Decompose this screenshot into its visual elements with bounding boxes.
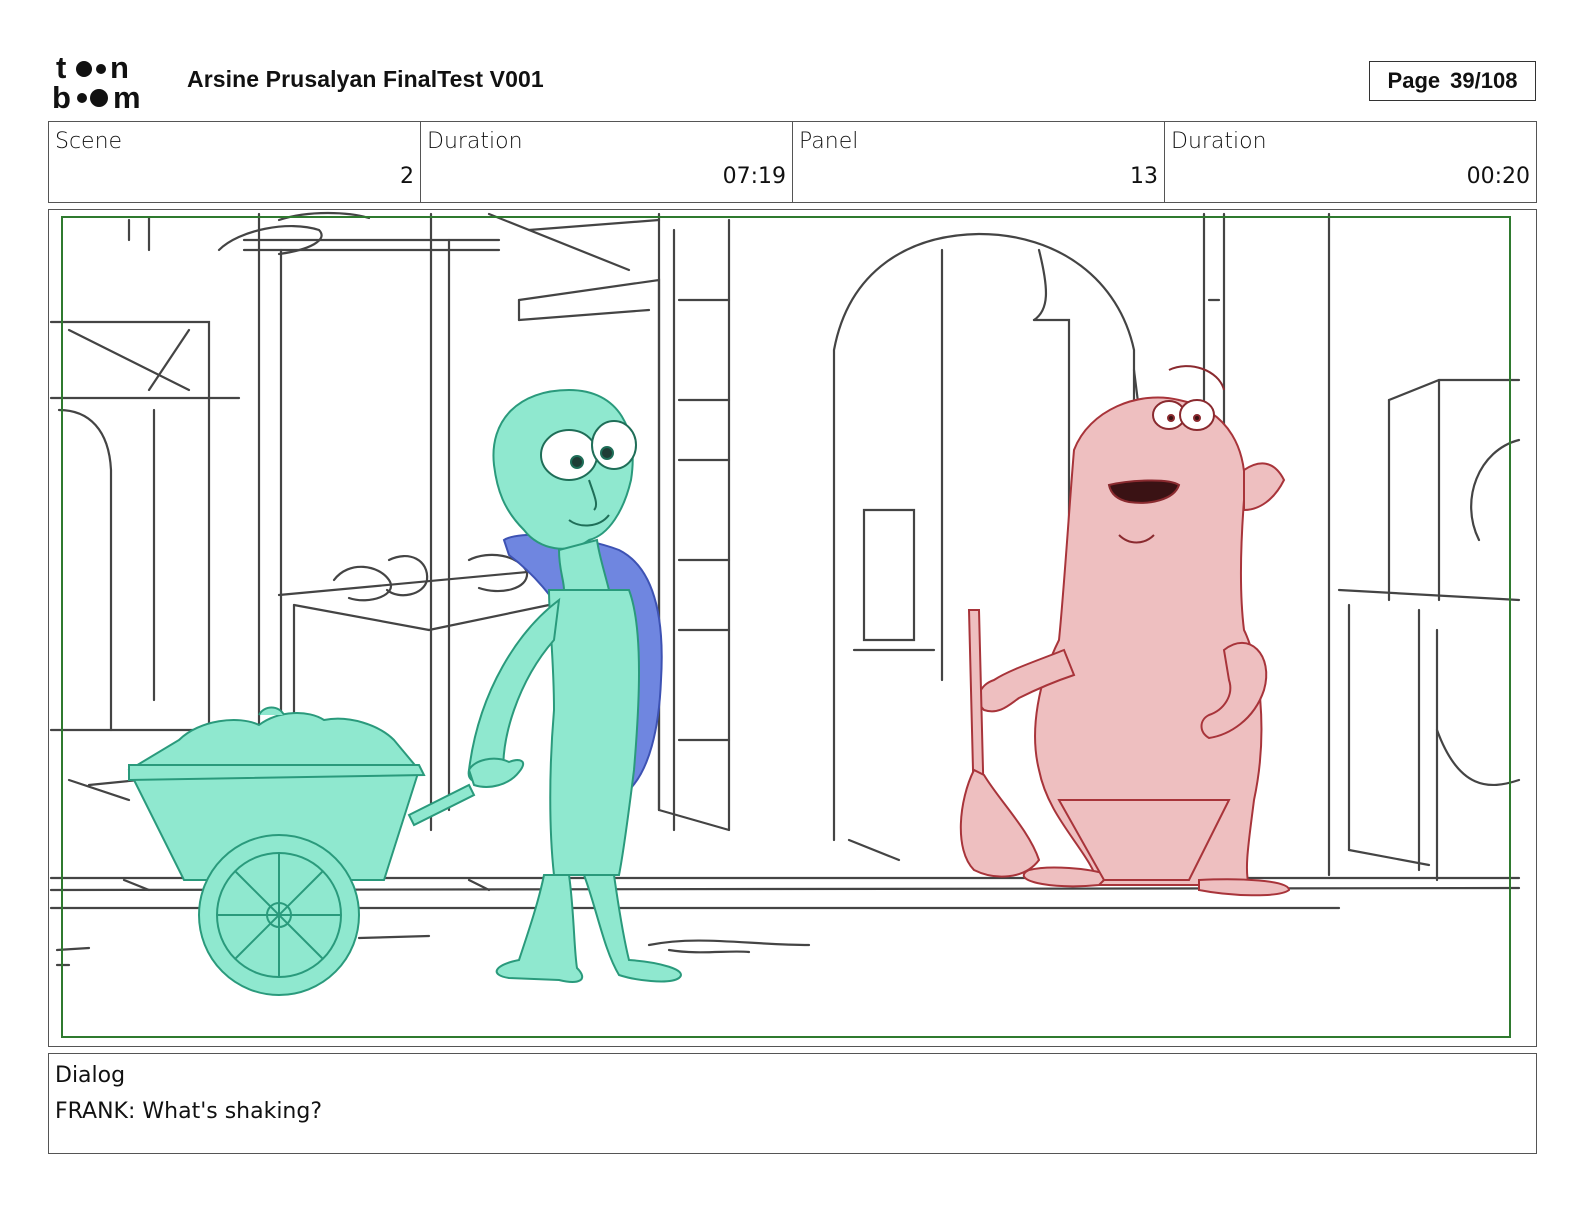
storyboard-panel [48, 209, 1537, 1047]
page-indicator: Page 39/108 [1369, 61, 1536, 101]
dialog-label: Dialog [55, 1063, 126, 1088]
toon-boom-logo: t n b m [52, 50, 164, 115]
scene-duration-label: Duration [427, 129, 523, 154]
broom [959, 609, 1041, 878]
scene-cell: Scene 2 [49, 122, 421, 202]
wheelbarrow [127, 706, 476, 996]
page-number: 39/108 [1450, 68, 1518, 93]
panel-duration-value: 00:20 [1466, 164, 1530, 189]
pink-character [977, 396, 1291, 897]
svg-text:m: m [113, 80, 141, 112]
panel-duration-cell: Duration 00:20 [1165, 122, 1536, 202]
panel-sketch [49, 211, 1521, 996]
scene-duration-value: 07:19 [722, 164, 786, 189]
scene-label: Scene [55, 129, 123, 154]
document-title: Arsine Prusalyan FinalTest V001 [187, 66, 544, 92]
page-label: Page [1387, 68, 1441, 93]
scene-duration-cell: Duration 07:19 [421, 122, 793, 202]
dialog-text: FRANK: What's shaking? [55, 1099, 323, 1124]
panel-label: Panel [799, 129, 859, 154]
panel-duration-label: Duration [1171, 129, 1267, 154]
scene-info-table: Scene 2 Duration 07:19 Panel 13 Duration… [48, 121, 1537, 203]
panel-cell: Panel 13 [793, 122, 1165, 202]
svg-text:b: b [52, 80, 71, 112]
scene-value: 2 [400, 164, 414, 189]
panel-value: 13 [1130, 164, 1158, 189]
dialog-box: Dialog FRANK: What's shaking? [48, 1053, 1537, 1154]
